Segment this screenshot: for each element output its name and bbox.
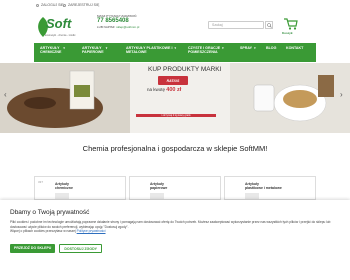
mail-label: LUB NAPISZ: <box>97 25 116 29</box>
nav-item-spray[interactable]: SPRAY ▾ <box>234 43 260 62</box>
login-label: ZALOGUJ SIĘ <box>41 3 64 7</box>
nav-label: SPRAY <box>240 46 253 50</box>
privacy-policy-link[interactable]: Polityce prywatności <box>77 229 106 233</box>
top-bar: ZALOGUJ SIĘ ZAREJESTRUJ SIĘ <box>0 0 350 10</box>
cookie-title: Dbamy o Twoją prywatność <box>10 209 90 216</box>
phone-number[interactable]: 77 8565408 <box>97 18 157 25</box>
category-label: Artykuły chemiczne <box>55 182 73 190</box>
nav-label: BLOG <box>266 46 277 50</box>
chevron-down-icon: ▾ <box>105 46 108 50</box>
category-thumbnail <box>150 193 164 199</box>
logo-subtitle: kosmetyki - chemia - środki <box>45 34 76 37</box>
nav-item-rooms[interactable]: CZYSTE I GRACJE POMIESZCZENIA ▾ <box>182 43 234 62</box>
cookie-body: Pliki cookies i podobne im technologie u… <box>10 220 331 229</box>
category-card[interactable]: 337 Artykuły chemiczne <box>34 176 126 200</box>
register-link[interactable]: ZAREJESTRUJ SIĘ <box>63 3 99 7</box>
header: Soft kosmetyki - chemia - środki MASZ PY… <box>0 10 350 42</box>
promo-banner[interactable]: KUP PRODUKTY MARKI RATIUS na kwotę 400 z… <box>0 63 350 133</box>
category-thumbnail <box>55 193 69 199</box>
chevron-down-icon: ▾ <box>63 46 65 50</box>
nav-label: KONTAKT <box>286 46 304 50</box>
category-row: 337 Artykuły chemiczne Artykuły papierowe … <box>34 176 316 200</box>
banner-strip: i otrzymaj 2 kg kawy gratis <box>136 114 216 117</box>
mail-link[interactable]: sklep@softmm.pl <box>116 25 139 29</box>
main-nav: ARTYKUŁY CHEMICZNE ▾ ARTYKUŁY PAPIEROWE ▾ … <box>34 43 316 62</box>
category-count: 337 <box>38 180 44 184</box>
cart-icon <box>284 18 298 30</box>
nav-item-paper[interactable]: ARTYKUŁY PAPIEROWE ▾ <box>76 43 120 62</box>
category-label-line: chemiczne <box>55 186 73 190</box>
nav-item-blog[interactable]: BLOG <box>260 43 280 62</box>
category-label: Artykuły papierowe <box>150 182 167 190</box>
category-thumbnail <box>245 193 259 199</box>
nav-item-chemical[interactable]: ARTYKUŁY CHEMICZNE ▾ <box>34 43 76 62</box>
category-label: Artykuły plastikowe i metalowe <box>245 182 282 190</box>
chevron-down-icon: ▾ <box>222 46 224 50</box>
chevron-down-icon: ▾ <box>254 46 256 50</box>
login-link[interactable]: ZALOGUJ SIĘ <box>36 3 64 7</box>
nav-label: CHEMICZNE <box>40 50 62 54</box>
category-card[interactable]: Artykuły plastikowe i metalowe <box>224 176 316 200</box>
nav-label: METALOWE <box>126 50 147 54</box>
cookie-banner: Dbamy o Twoją prywatność Pliki cookies i… <box>0 200 350 280</box>
logo[interactable]: Soft kosmetyki - chemia - środki <box>36 13 76 43</box>
nav-label: PAPIEROWE <box>82 50 104 54</box>
cookie-more-prefix: Więcej o plikach cookies przeczytasz w n… <box>10 229 76 233</box>
accept-cookies-button[interactable]: PRZEJDŹ DO SKLEPU <box>10 244 56 253</box>
logo-text: Soft <box>46 16 72 31</box>
category-label-line: papierowe <box>150 186 168 190</box>
banner-subtitle: na kwotę 400 zł <box>147 87 181 93</box>
nav-item-contact[interactable]: KONTAKT <box>280 43 310 62</box>
banner-brand: RATIUS <box>158 76 188 85</box>
chevron-right-icon[interactable]: › <box>340 90 343 99</box>
user-icon <box>36 3 39 7</box>
cookie-text: Pliki cookies i podobne im technologie u… <box>10 220 345 234</box>
register-icon <box>63 3 66 7</box>
search-input[interactable]: Szukaj <box>208 21 264 29</box>
banner-sub-prefix: na kwotę <box>147 87 166 92</box>
chevron-left-icon[interactable]: ‹ <box>4 90 7 99</box>
category-card[interactable]: Artykuły papierowe <box>129 176 221 200</box>
category-label-line: plastikowe i metalowe <box>245 186 282 190</box>
register-label: ZAREJESTRUJ SIĘ <box>68 3 100 7</box>
nav-item-plastic[interactable]: ARTYKUŁY PLASTIKOWE I METALOWE ▾ <box>120 43 182 62</box>
page-headline: Chemia profesjonalna i gospodarcza w skl… <box>82 144 268 153</box>
banner-sub-value: 400 zł <box>166 87 182 93</box>
banner-image <box>0 63 350 133</box>
cart-label: Koszyk <box>282 31 293 35</box>
search-button[interactable] <box>265 21 273 29</box>
banner-heading: KUP PRODUKTY MARKI <box>148 66 222 73</box>
cookie-settings-button[interactable]: DOSTOSUJ ZGODY <box>59 244 102 253</box>
chevron-down-icon: ▾ <box>174 46 176 50</box>
cookie-actions: PRZEJDŹ DO SKLEPU DOSTOSUJ ZGODY <box>10 244 102 253</box>
nav-label: POMIESZCZENIA <box>188 50 218 54</box>
contact-block: MASZ PYTANIA? ZADZWOŃ 77 8565408 LUB NAP… <box>97 14 157 29</box>
search-icon <box>266 22 272 28</box>
